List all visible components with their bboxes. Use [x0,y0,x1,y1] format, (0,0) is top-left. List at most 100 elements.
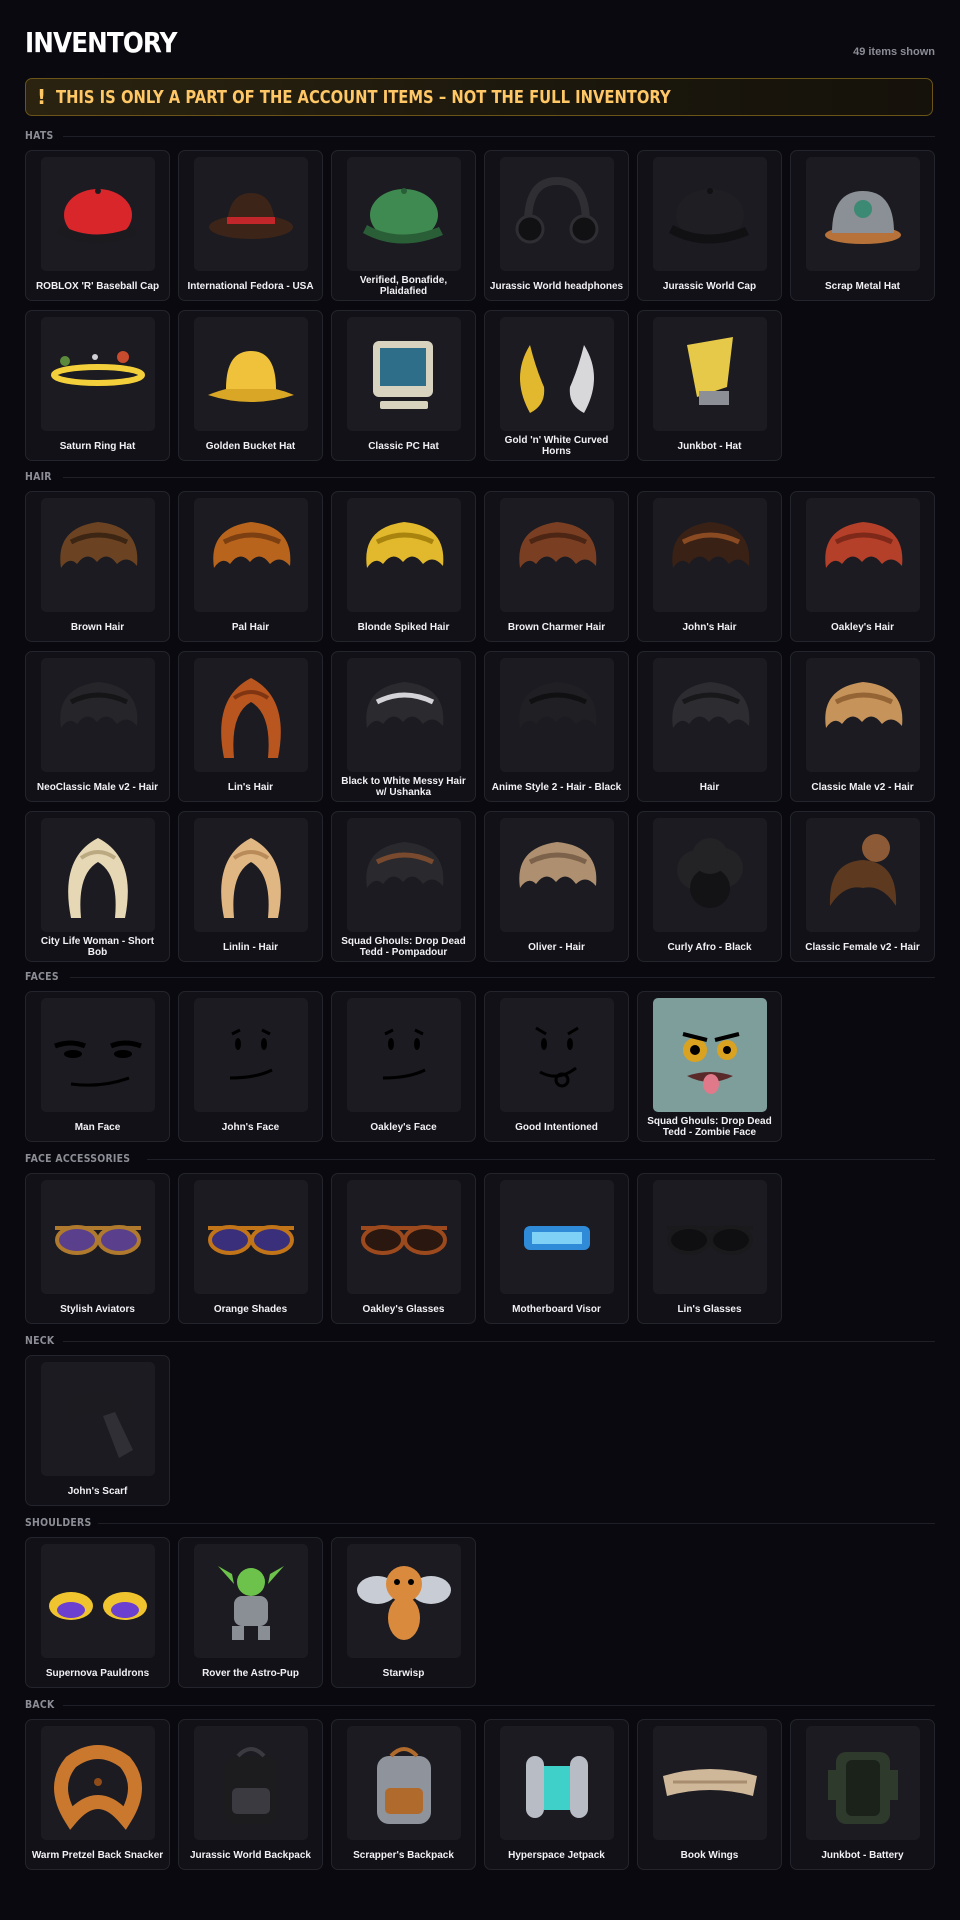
headphones-icon [500,157,614,271]
item-card[interactable]: Brown Hair [25,491,170,642]
item-card[interactable]: Oakley's Glasses [331,1173,476,1324]
item-card[interactable]: Junkbot - Battery [790,1719,935,1870]
backpack-icon [347,1726,461,1840]
items-count: 49 items shown [853,46,935,58]
warning-banner: ! THIS IS ONLY A PART OF THE ACCOUNT ITE… [25,78,933,116]
section-divider [98,1523,935,1524]
item-card[interactable]: Squad Ghouls: Drop Dead Tedd - Pompadour [331,811,476,962]
item-card[interactable]: Oakley's Face [331,991,476,1142]
item-card[interactable]: ROBLOX 'R' Baseball Cap [25,150,170,301]
item-card[interactable]: John's Hair [637,491,782,642]
item-name: Hair [699,781,720,793]
item-card[interactable]: Orange Shades [178,1173,323,1324]
item-name: Oakley's Glasses [362,1303,445,1315]
item-card[interactable]: City Life Woman - Short Bob [25,811,170,962]
item-card[interactable]: Junkbot - Hat [637,310,782,461]
item-card[interactable]: Squad Ghouls: Drop Dead Tedd - Zombie Fa… [637,991,782,1142]
fedora-icon [194,157,308,271]
item-name: Lin's Hair [227,781,274,793]
item-card[interactable]: John's Scarf [25,1355,170,1506]
item-card[interactable]: Gold 'n' White Curved Horns [484,310,629,461]
item-card[interactable]: Lin's Hair [178,651,323,802]
warning-icon: ! [37,85,47,109]
item-name: Saturn Ring Hat [59,440,136,452]
item-card[interactable]: Good Intentioned [484,991,629,1142]
item-name: Good Intentioned [515,1121,598,1133]
section-divider [63,477,935,478]
item-name: Orange Shades [213,1303,288,1315]
item-card[interactable]: Brown Charmer Hair [484,491,629,642]
hair-icon [347,818,461,932]
item-card[interactable]: Verified, Bonafide, Plaidafied [331,150,476,301]
item-card[interactable]: Black to White Messy Hair w/ Ushanka [331,651,476,802]
item-name: Jurassic World headphones [489,280,624,292]
item-card[interactable]: Curly Afro - Black [637,811,782,962]
item-name: Classic PC Hat [368,440,439,452]
item-card[interactable]: Linlin - Hair [178,811,323,962]
item-card[interactable]: Warm Pretzel Back Snacker [25,1719,170,1870]
cap-icon [653,157,767,271]
item-name: Gold 'n' White Curved Horns [504,435,609,457]
glasses-icon [41,1180,155,1294]
section-label-faces: FACES [25,970,59,983]
glasses-icon [653,1180,767,1294]
section-label-back: BACK [25,1698,55,1711]
item-name: Jurassic World Backpack [190,1849,311,1861]
pauldrons-icon [41,1544,155,1658]
long-hair-icon [194,818,308,932]
item-card[interactable]: Hair [637,651,782,802]
item-card[interactable]: Lin's Glasses [637,1173,782,1324]
item-card[interactable]: Oakley's Hair [790,491,935,642]
item-name: Classic Female v2 - Hair [805,941,920,953]
item-name: NeoClassic Male v2 - Hair [36,781,159,793]
item-name: Linlin - Hair [223,941,278,953]
item-name: Jurassic World Cap [662,280,757,292]
item-name: Classic Male v2 - Hair [811,781,914,793]
item-card[interactable]: Saturn Ring Hat [25,310,170,461]
item-card[interactable]: Scrapper's Backpack [331,1719,476,1870]
section-divider [70,977,935,978]
item-card[interactable]: Starwisp [331,1537,476,1688]
item-card[interactable]: Man Face [25,991,170,1142]
item-card[interactable]: Jurassic World headphones [484,150,629,301]
item-card[interactable]: Oliver - Hair [484,811,629,962]
hair-icon [653,498,767,612]
item-name: Motherboard Visor [512,1303,601,1315]
hair-icon [41,658,155,772]
item-name: Oliver - Hair [528,941,585,953]
hair-icon [653,658,767,772]
item-card[interactable]: Blonde Spiked Hair [331,491,476,642]
item-card[interactable]: Scrap Metal Hat [790,150,935,301]
item-card[interactable]: Classic Male v2 - Hair [790,651,935,802]
item-name: Golden Bucket Hat [205,440,296,452]
item-card[interactable]: Hyperspace Jetpack [484,1719,629,1870]
zombie-face-icon [653,998,767,1112]
item-card[interactable]: Anime Style 2 - Hair - Black [484,651,629,802]
item-card[interactable]: Motherboard Visor [484,1173,629,1324]
item-card[interactable]: Book Wings [637,1719,782,1870]
item-name: Squad Ghouls: Drop Dead Tedd - Zombie Fa… [647,1116,772,1138]
computer-icon [347,317,461,431]
glasses-icon [347,1180,461,1294]
item-card[interactable]: Supernova Pauldrons [25,1537,170,1688]
item-card[interactable]: Jurassic World Backpack [178,1719,323,1870]
item-card[interactable]: Stylish Aviators [25,1173,170,1324]
hair-icon [500,818,614,932]
item-card[interactable]: Golden Bucket Hat [178,310,323,461]
helmet-icon [806,157,920,271]
item-name: Black to White Messy Hair w/ Ushanka [341,776,466,798]
item-card[interactable]: Jurassic World Cap [637,150,782,301]
item-card[interactable]: Pal Hair [178,491,323,642]
item-card[interactable]: International Fedora - USA [178,150,323,301]
section-label-hats: HATS [25,129,54,142]
item-card[interactable]: Rover the Astro-Pup [178,1537,323,1688]
item-card[interactable]: Classic Female v2 - Hair [790,811,935,962]
item-card[interactable]: John's Face [178,991,323,1142]
section-divider [147,1159,935,1160]
item-card[interactable]: Classic PC Hat [331,310,476,461]
item-name: Anime Style 2 - Hair - Black [491,781,622,793]
backpack-icon [194,1726,308,1840]
item-card[interactable]: NeoClassic Male v2 - Hair [25,651,170,802]
hair-icon [347,498,461,612]
battery-icon [806,1726,920,1840]
